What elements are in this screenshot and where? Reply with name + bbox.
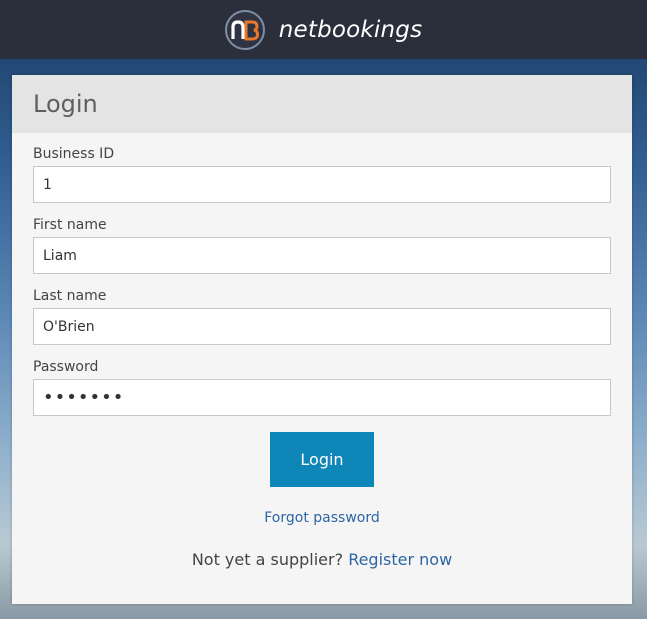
first-name-label: First name	[33, 217, 107, 233]
last-name-label: Last name	[33, 288, 107, 304]
login-button[interactable]: Login	[270, 432, 374, 487]
forgot-password-link[interactable]: Forgot password	[33, 510, 611, 526]
register-prompt: Not yet a supplier?	[191, 550, 344, 569]
login-panel: Login Business ID First name Last name P…	[12, 75, 632, 604]
password-label: Password	[33, 359, 99, 375]
last-name-input[interactable]	[33, 308, 611, 345]
brand-name: netbookings	[278, 16, 423, 43]
first-name-field: First name	[33, 216, 611, 274]
page-title: Login	[33, 90, 98, 118]
first-name-input[interactable]	[33, 237, 611, 274]
register-row: Not yet a supplier? Register now	[33, 550, 611, 569]
register-now-link[interactable]: Register now	[348, 550, 452, 569]
business-id-field: Business ID	[33, 145, 611, 203]
business-id-label: Business ID	[33, 146, 115, 162]
last-name-field: Last name	[33, 287, 611, 345]
netbookings-logo-icon	[224, 9, 265, 50]
login-form: Business ID First name Last name Passwor…	[12, 133, 632, 569]
password-field: Password	[33, 358, 611, 416]
form-actions: Login Forgot password Not yet a supplier…	[33, 429, 611, 569]
top-bar: netbookings	[0, 0, 647, 59]
password-input[interactable]	[33, 379, 611, 416]
login-panel-header: Login	[12, 75, 632, 133]
business-id-input[interactable]	[33, 166, 611, 203]
